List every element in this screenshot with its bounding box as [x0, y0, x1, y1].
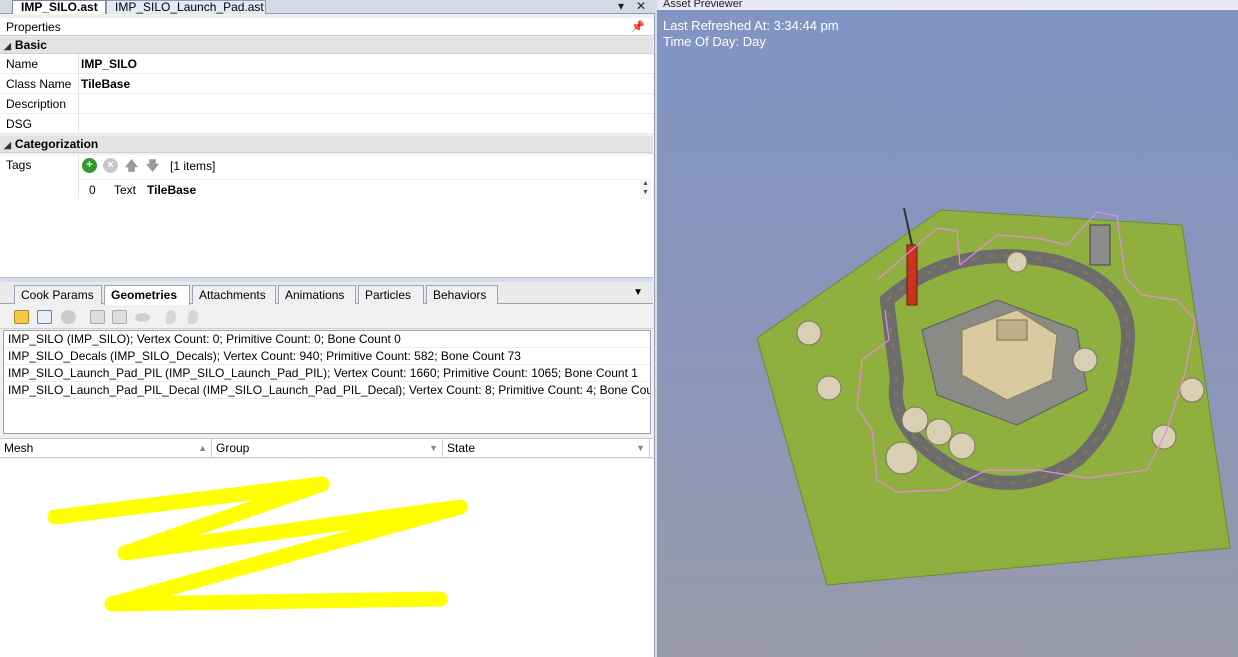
eye-icon[interactable]: [135, 313, 150, 322]
collapse-icon[interactable]: ◢: [4, 137, 11, 154]
column-header-state[interactable]: State ▼: [443, 439, 650, 458]
fuel-tank: [1006, 251, 1028, 273]
column-header-group[interactable]: Group ▼: [212, 439, 443, 458]
move-down-icon[interactable]: 🡇: [145, 158, 160, 173]
tags-label: Tags: [6, 158, 32, 172]
column-header-label: Group: [216, 441, 250, 455]
column-header-mesh[interactable]: Mesh ▲: [0, 439, 212, 458]
chevron-down-icon[interactable]: ▼: [636, 439, 645, 458]
geometries-list: IMP_SILO (IMP_SILO); Vertex Count: 0; Pr…: [3, 330, 651, 434]
list-item[interactable]: IMP_SILO_Launch_Pad_PIL (IMP_SILO_Launch…: [4, 365, 650, 382]
tab-cook-params[interactable]: Cook Params: [14, 285, 102, 304]
mesh-grid-body: [0, 459, 653, 657]
category-categorization[interactable]: ◢ Categorization: [0, 136, 653, 153]
category-basic[interactable]: ◢ Basic: [0, 37, 653, 54]
tab-geometries[interactable]: Geometries: [104, 285, 190, 305]
remove-tag-icon[interactable]: ×: [103, 158, 118, 174]
list-item[interactable]: IMP_SILO_Decals (IMP_SILO_Decals); Verte…: [4, 348, 650, 365]
open-folder-icon[interactable]: [14, 310, 29, 324]
property-value[interactable]: TileBase: [81, 74, 130, 94]
property-key: Name: [6, 57, 39, 71]
tab-attachments[interactable]: Attachments: [192, 285, 276, 304]
list-item[interactable]: IMP_SILO_Launch_Pad_PIL_Decal (IMP_SILO_…: [4, 382, 650, 399]
app-root: IMP_SILO.ast IMP_SILO_Launch_Pad.ast ▾ ✕…: [0, 0, 1238, 657]
remove-icon[interactable]: [61, 310, 76, 324]
fuel-tank: [796, 320, 822, 346]
tag-value[interactable]: TileBase: [147, 180, 196, 200]
move-up-icon[interactable]: 🡅: [124, 158, 139, 173]
property-key: Class Name: [6, 77, 72, 91]
refresh-icon[interactable]: [90, 310, 105, 324]
fuel-tank: [1072, 347, 1098, 373]
launch-tower: [906, 244, 918, 306]
column-divider: [78, 74, 79, 94]
document-tab-strip: IMP_SILO.ast IMP_SILO_Launch_Pad.ast ▾ ✕: [0, 0, 655, 14]
new-file-icon[interactable]: [37, 310, 52, 324]
column-divider: [78, 94, 79, 114]
chevron-down-icon[interactable]: ▾: [618, 0, 624, 12]
watch-tower: [1089, 224, 1111, 266]
silo-hatch: [996, 319, 1028, 341]
collapse-icon[interactable]: ◢: [4, 38, 11, 55]
tag-type: Text: [114, 183, 137, 197]
property-row-dsg[interactable]: DSG: [0, 114, 653, 134]
tags-items-count: [1 items]: [170, 158, 216, 173]
property-row-description[interactable]: Description: [0, 94, 653, 114]
column-divider: [78, 54, 79, 74]
fuel-tank: [816, 375, 842, 401]
list-item[interactable]: IMP_SILO (IMP_SILO); Vertex Count: 0; Pr…: [4, 331, 650, 348]
tag-index: 0: [89, 183, 96, 197]
chevron-down-icon[interactable]: ▼: [429, 439, 438, 458]
category-basic-label: Basic: [14, 38, 47, 52]
eraser-icon[interactable]: [188, 310, 198, 324]
column-header-label: State: [447, 441, 476, 455]
brush-icon[interactable]: [166, 310, 176, 324]
property-row-name[interactable]: Name IMP_SILO: [0, 54, 653, 74]
fuel-tank: [885, 441, 919, 475]
tab-particles[interactable]: Particles: [358, 285, 424, 304]
category-categorization-label: Categorization: [14, 137, 99, 151]
pin-icon[interactable]: 📌: [631, 18, 645, 36]
tab-animations[interactable]: Animations: [278, 285, 356, 304]
tags-toolbar: + × 🡅 🡇 [1 items]: [82, 158, 215, 176]
import-icon[interactable]: [112, 310, 127, 324]
geometries-toolbar: [0, 305, 653, 329]
property-key: DSG: [6, 117, 33, 131]
fuel-tank: [901, 406, 929, 434]
property-row-class-name[interactable]: Class Name TileBase: [0, 74, 653, 94]
asset-editor-pane: IMP_SILO.ast IMP_SILO_Launch_Pad.ast ▾ ✕…: [0, 0, 655, 657]
properties-title: Properties: [6, 20, 61, 34]
3d-viewport[interactable]: [657, 0, 1238, 657]
property-key: Description: [6, 97, 67, 111]
chevron-down-icon[interactable]: ▼: [633, 287, 643, 298]
properties-header: Properties 📌: [0, 18, 653, 36]
tab-behaviors[interactable]: Behaviors: [426, 285, 498, 304]
property-value[interactable]: IMP_SILO: [81, 54, 137, 74]
fuel-tank: [1179, 377, 1205, 403]
fuel-tank: [925, 418, 953, 446]
mesh-grid-header: Mesh ▲ Group ▼ State ▼: [0, 438, 653, 458]
asset-tab-strip: Cook Params Geometries Attachments Anima…: [0, 282, 653, 305]
asset-previewer-pane: Asset Previewer Last Refreshed At: 3:34:…: [657, 0, 1238, 657]
fuel-tank: [948, 432, 976, 460]
tab-imp-silo-launch-pad[interactable]: IMP_SILO_Launch_Pad.ast: [106, 0, 266, 14]
sort-up-icon: ▲: [198, 443, 207, 453]
add-tag-icon[interactable]: +: [82, 158, 97, 174]
close-icon[interactable]: ✕: [636, 0, 646, 12]
column-divider: [78, 114, 79, 134]
tags-editor: Tags + × 🡅 🡇 [1 items] 0 Text TileBase ▲ ▼: [0, 155, 653, 277]
tags-scrollbar[interactable]: ▲ ▼: [640, 179, 651, 199]
yellow-scribble-annotation: [47, 476, 468, 612]
column-header-label: Mesh: [4, 441, 34, 455]
tag-row[interactable]: 0 Text TileBase: [79, 179, 639, 199]
tab-imp-silo[interactable]: IMP_SILO.ast: [12, 0, 106, 14]
